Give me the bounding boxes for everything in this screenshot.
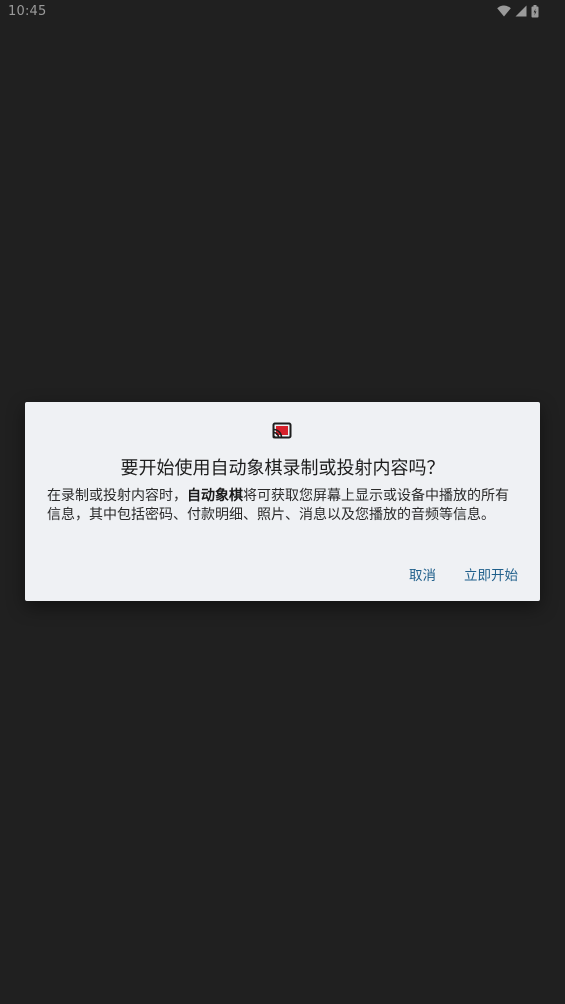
status-icons	[497, 4, 539, 18]
app-name: 自动象棋	[187, 488, 243, 504]
screen: 10:45 要开始使用自动象棋录制或投射内容吗？ 在录制或投射内容时，自动象棋将…	[0, 0, 565, 1004]
dialog-actions: 取消 立即开始	[409, 564, 518, 584]
wifi-icon	[497, 5, 511, 17]
message-prefix: 在录制或投射内容时，	[47, 488, 187, 504]
status-bar: 10:45	[0, 0, 565, 24]
battery-icon	[531, 4, 539, 18]
status-time: 10:45	[8, 4, 47, 19]
cast-icon	[272, 422, 292, 440]
dialog-title: 要开始使用自动象棋录制或投射内容吗？	[120, 458, 445, 479]
start-now-button[interactable]: 立即开始	[464, 564, 518, 584]
cancel-button[interactable]: 取消	[409, 564, 436, 584]
dialog-message: 在录制或投射内容时，自动象棋将可获取您屏幕上显示或设备中播放的所有信息，其中包括…	[47, 487, 519, 524]
screen-capture-permission-dialog: 要开始使用自动象棋录制或投射内容吗？ 在录制或投射内容时，自动象棋将可获取您屏幕…	[25, 402, 540, 601]
signal-icon	[515, 5, 527, 17]
